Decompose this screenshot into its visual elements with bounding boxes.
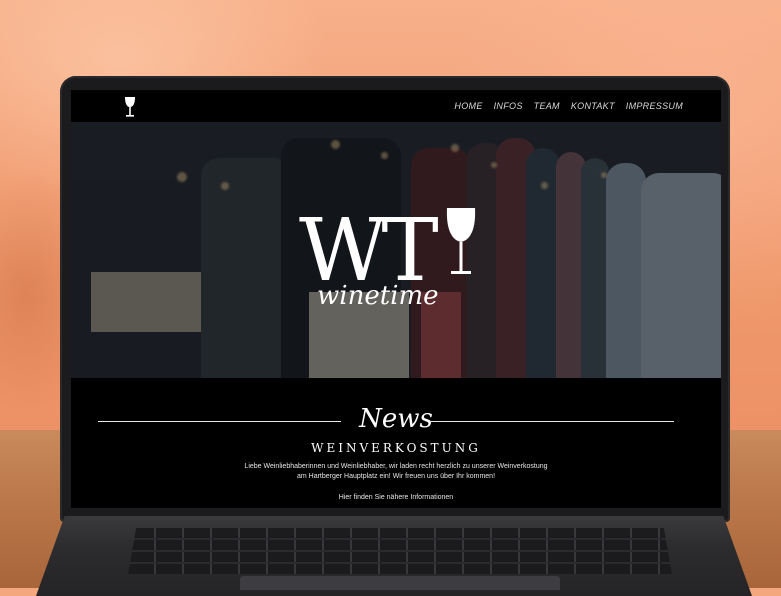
- laptop-screen: HOME INFOS TEAM KONTAKT IMPRESSUM WT win…: [71, 90, 721, 508]
- nav-team[interactable]: TEAM: [534, 101, 560, 111]
- divider-left: [98, 421, 341, 422]
- site-navbar: HOME INFOS TEAM KONTAKT IMPRESSUM: [71, 90, 721, 122]
- logo-script: winetime: [317, 281, 439, 311]
- more-info-link[interactable]: Hier finden Sie nähere Informationen: [71, 494, 721, 501]
- nav-impressum[interactable]: IMPRESSUM: [626, 101, 683, 111]
- news-text: Liebe Weinliebhaberinnen und Weinliebhab…: [191, 462, 601, 482]
- wine-glass-icon[interactable]: [123, 96, 137, 118]
- news-text-line: am Hartberger Hauptplatz ein! Wir freuen…: [296, 473, 496, 480]
- nav-home[interactable]: HOME: [454, 101, 482, 111]
- nav-kontakt[interactable]: KONTAKT: [571, 101, 615, 111]
- nav-infos[interactable]: INFOS: [494, 101, 523, 111]
- wine-glass-icon: [446, 208, 476, 274]
- news-heading: News: [359, 404, 433, 434]
- divider-right: [431, 421, 674, 422]
- winetime-logo: WT winetime: [299, 204, 476, 311]
- nav-links: HOME INFOS TEAM KONTAKT IMPRESSUM: [454, 101, 683, 111]
- hero-banner: WT winetime: [71, 122, 721, 378]
- keyboard: [128, 528, 672, 574]
- news-section: News WEINVERKOSTUNG Liebe Weinliebhaberi…: [71, 378, 721, 508]
- news-text-line: Liebe Weinliebhaberinnen und Weinliebhab…: [244, 463, 548, 470]
- news-title: WEINVERKOSTUNG: [311, 441, 481, 455]
